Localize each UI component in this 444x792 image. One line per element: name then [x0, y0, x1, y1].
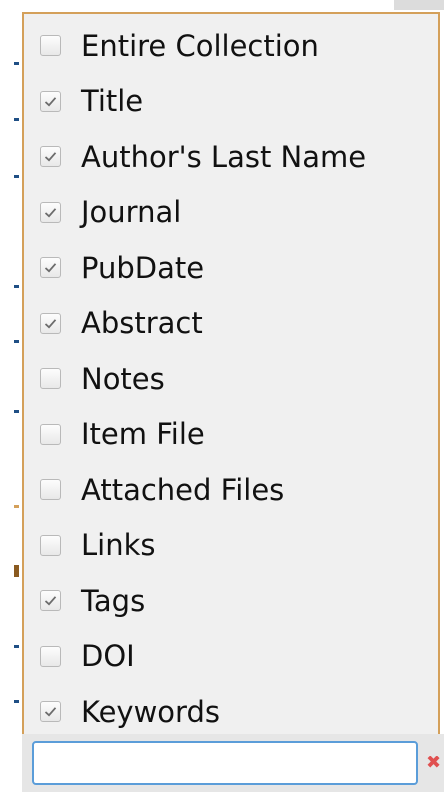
option-label: Author's Last Name — [81, 139, 367, 174]
filter-option-title[interactable]: Title — [24, 74, 438, 130]
checkbox[interactable] — [40, 368, 61, 390]
checkmark-icon — [44, 596, 57, 606]
checkbox[interactable] — [40, 312, 61, 334]
option-label: DOI — [81, 639, 135, 674]
option-label: Tags — [81, 583, 146, 618]
checkbox[interactable] — [40, 701, 61, 723]
option-label: Abstract — [81, 306, 203, 341]
filter-option-entire-collection[interactable]: Entire Collection — [24, 18, 438, 74]
checkmark-icon — [44, 318, 57, 329]
checkmark-icon — [44, 152, 57, 162]
checkmark-icon — [44, 96, 57, 107]
filter-option-journal[interactable]: Journal — [24, 185, 438, 241]
checkbox[interactable] — [40, 35, 61, 57]
option-label: Title — [81, 84, 144, 119]
filter-option-tags[interactable]: Tags — [24, 573, 438, 629]
background-fragment — [14, 340, 19, 343]
option-label: Keywords — [81, 694, 220, 729]
checkbox[interactable] — [40, 479, 61, 501]
option-label: PubDate — [81, 250, 205, 285]
background-fragment — [14, 565, 19, 577]
checkmark-icon — [44, 263, 57, 273]
filter-option-links[interactable]: Links — [24, 518, 438, 574]
checkbox[interactable] — [40, 423, 61, 445]
option-label: Notes — [81, 361, 165, 396]
option-label: Item File — [81, 417, 205, 452]
filter-option-pubdate[interactable]: PubDate — [24, 240, 438, 296]
background-fragment — [14, 505, 19, 508]
option-label: Entire Collection — [81, 28, 319, 63]
background-fragment — [14, 700, 19, 703]
checkbox[interactable] — [40, 590, 61, 612]
search-input[interactable] — [32, 741, 418, 785]
checkbox[interactable] — [40, 645, 61, 667]
search-fields-dropdown: Entire Collection Title Author's Last Name… — [22, 12, 440, 734]
option-label: Attached Files — [81, 472, 285, 507]
background-scroll-edge — [394, 0, 444, 10]
option-label: Journal — [81, 195, 182, 230]
checkbox[interactable] — [40, 146, 61, 168]
filter-option-notes[interactable]: Notes — [24, 351, 438, 407]
checkbox[interactable] — [40, 534, 61, 556]
filter-option-attached-files[interactable]: Attached Files — [24, 462, 438, 518]
checkmark-icon — [44, 707, 57, 717]
page: Entire Collection Title Author's Last Name… — [0, 0, 444, 792]
filter-option-author-s-last-name[interactable]: Author's Last Name — [24, 129, 438, 185]
filter-option-abstract[interactable]: Abstract — [24, 296, 438, 352]
search-fields-list: Entire Collection Title Author's Last Name… — [24, 14, 438, 740]
checkbox[interactable] — [40, 90, 61, 112]
background-fragment — [14, 62, 19, 65]
background-fragment — [14, 118, 19, 121]
filter-option-keywords[interactable]: Keywords — [24, 684, 438, 740]
background-top — [0, 0, 444, 12]
background-fragment — [14, 285, 19, 288]
search-bar: ✖ — [22, 734, 444, 792]
filter-option-item-file[interactable]: Item File — [24, 407, 438, 463]
background-fragment — [14, 410, 19, 413]
checkmark-icon — [44, 207, 57, 218]
background-fragment — [14, 645, 19, 648]
clear-x-icon[interactable]: ✖ — [426, 756, 440, 770]
background-left-edge — [0, 0, 22, 792]
filter-option-doi[interactable]: DOI — [24, 629, 438, 685]
checkbox[interactable] — [40, 201, 61, 223]
background-fragment — [14, 175, 19, 178]
checkbox[interactable] — [40, 257, 61, 279]
option-label: Links — [81, 528, 156, 563]
